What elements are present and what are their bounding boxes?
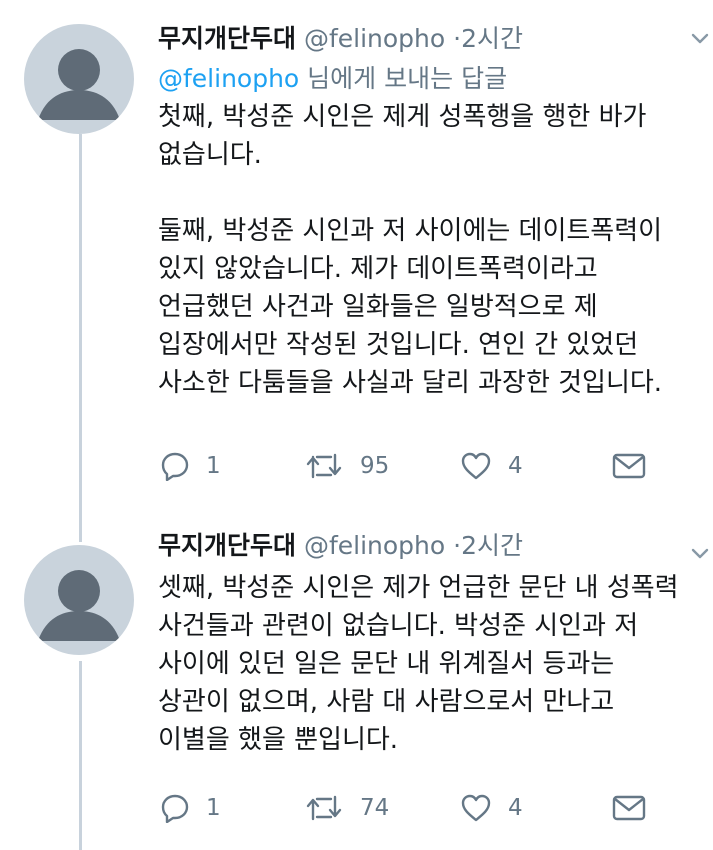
thread-line — [79, 134, 82, 542]
default-avatar-icon — [38, 49, 120, 120]
reply-button[interactable]: 1 — [160, 788, 221, 828]
chevron-down-icon[interactable] — [689, 543, 711, 569]
direct-message-button[interactable] — [612, 788, 646, 828]
retweet-button[interactable]: 74 — [304, 788, 389, 828]
reply-count: 1 — [206, 795, 221, 821]
heart-icon — [460, 451, 492, 481]
envelope-icon — [612, 452, 646, 480]
replying-to-handle[interactable]: @felinopho — [158, 64, 299, 93]
tweet-time[interactable]: 2시간 — [461, 531, 523, 560]
author-name[interactable]: 무지개단두대 — [158, 531, 296, 560]
avatar[interactable] — [24, 545, 134, 655]
avatar[interactable] — [24, 24, 134, 134]
retweet-button[interactable]: 95 — [304, 446, 389, 486]
separator-dot: · — [453, 24, 462, 53]
like-button[interactable]: 4 — [460, 446, 523, 486]
author-handle[interactable]: @felinopho — [304, 24, 445, 53]
default-avatar-icon — [38, 570, 120, 641]
tweet-actions: 1 74 4 — [158, 788, 698, 828]
chevron-down-icon[interactable] — [689, 28, 711, 54]
retweet-count: 95 — [360, 453, 390, 479]
like-count: 4 — [508, 453, 523, 479]
reply-count: 1 — [206, 453, 221, 479]
separator-dot: · — [453, 531, 462, 560]
reply-button[interactable]: 1 — [160, 446, 221, 486]
tweet[interactable]: 무지개단두대 @felinopho ·2시간 @felinopho 님에게 보내… — [158, 22, 713, 402]
reply-icon — [160, 793, 190, 823]
replying-to: @felinopho 님에게 보내는 답글 — [158, 60, 713, 98]
author-handle[interactable]: @felinopho — [304, 531, 445, 560]
retweet-icon — [304, 793, 344, 823]
tweet[interactable]: 무지개단두대 @felinopho ·2시간 셋째, 박성준 시인은 제가 언급… — [158, 529, 713, 759]
tweet-text: 첫째, 박성준 시인은 제게 성폭행을 행한 바가 없습니다. 둘째, 박성준 … — [158, 102, 663, 398]
tweet-text: 셋째, 박성준 시인은 제가 언급한 문단 내 성폭력 사건들과 관련이 없습니… — [158, 573, 679, 755]
reply-icon — [160, 451, 190, 481]
retweet-icon — [304, 451, 344, 481]
tweet-time[interactable]: 2시간 — [461, 24, 523, 53]
thread-line — [79, 661, 82, 850]
author-name[interactable]: 무지개단두대 — [158, 24, 296, 53]
tweet-header: 무지개단두대 @felinopho ·2시간 — [158, 529, 713, 563]
replying-to-suffix: 님에게 보내는 답글 — [299, 64, 508, 93]
direct-message-button[interactable] — [612, 446, 646, 486]
heart-icon — [460, 793, 492, 823]
envelope-icon — [612, 794, 646, 822]
like-count: 4 — [508, 795, 523, 821]
tweet-header: 무지개단두대 @felinopho ·2시간 — [158, 22, 713, 56]
retweet-count: 74 — [360, 795, 390, 821]
like-button[interactable]: 4 — [460, 788, 523, 828]
tweet-actions: 1 95 4 — [158, 446, 698, 486]
